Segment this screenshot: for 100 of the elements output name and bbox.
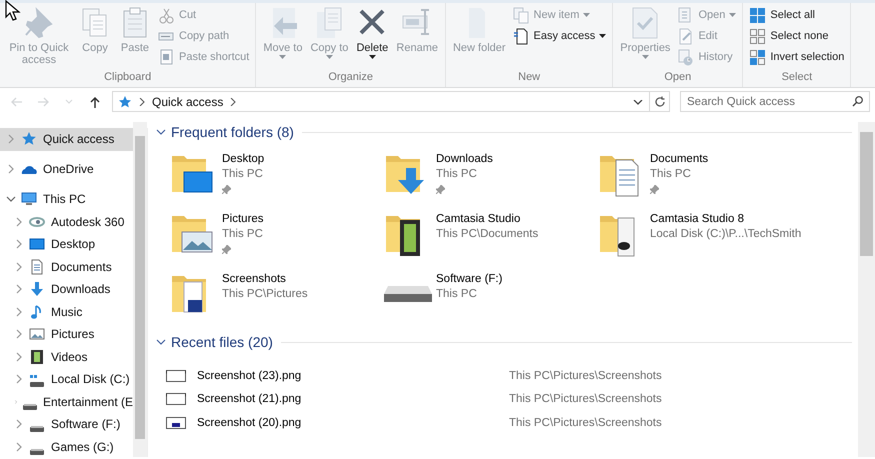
folder-location: This PC\Documents: [436, 227, 538, 242]
new-item-icon: [512, 6, 530, 24]
navigation-item[interactable]: Autodesk 360: [0, 210, 133, 233]
film-icon: [29, 348, 45, 365]
document-button[interactable]: Easy access: [512, 27, 606, 45]
folder-location: This PC: [436, 167, 477, 182]
chevron-right-icon: [14, 329, 24, 340]
folder-name[interactable]: Camtasia Studio: [436, 212, 520, 227]
image-file-icon: [166, 414, 186, 431]
chevron-right-icon: [230, 98, 236, 106]
navigation-item[interactable]: Games (G:): [0, 436, 133, 457]
picture-icon: [29, 326, 45, 342]
navigation-item[interactable]: Downloads: [0, 278, 133, 300]
select-all-button[interactable]: Select all: [749, 6, 844, 24]
chevron-right-icon: [14, 216, 24, 227]
section-header[interactable]: Frequent folders (8): [156, 124, 302, 140]
left-arrow-icon: [10, 96, 24, 108]
file-location: This PC\Pictures\Screenshots: [509, 416, 662, 429]
chevron-down-icon: [156, 337, 166, 347]
chevron-right-icon: [14, 352, 24, 362]
file-name[interactable]: Screenshot (20).png: [197, 416, 509, 429]
folder-name[interactable]: Camtasia Studio 8: [650, 212, 744, 227]
disk-drive-icon: [30, 448, 44, 455]
navigation-item[interactable]: Local Disk (C:): [0, 368, 133, 390]
folder-name[interactable]: Software (F:): [436, 272, 502, 287]
group-label: Clipboard: [103, 71, 152, 85]
search-icon: [852, 96, 863, 107]
chevron-right-icon: [14, 419, 24, 430]
navigation-item[interactable]: Videos: [0, 346, 133, 368]
file-location: This PC\Pictures\Screenshots: [509, 370, 662, 382]
navigation-item[interactable]: Pictures: [0, 323, 133, 346]
group-label: Organize: [327, 71, 374, 85]
chevron-right-icon: [14, 442, 24, 452]
select-none-button[interactable]: Select none: [749, 27, 844, 45]
breadcrumb-item[interactable]: Quick access: [152, 94, 224, 108]
pin-icon: [23, 6, 55, 40]
select-none-icon: [749, 28, 766, 44]
chevron-right-icon: [6, 164, 16, 174]
group-label: New: [517, 71, 542, 85]
refresh-icon: [654, 96, 666, 108]
group-label: Select: [780, 71, 814, 85]
down-arrow-icon: [29, 281, 45, 298]
refresh-button[interactable]: [650, 91, 670, 112]
address-field[interactable]: Quick access: [112, 91, 650, 112]
history-icon: [677, 48, 694, 66]
file-name[interactable]: Screenshot (23).png: [197, 370, 509, 382]
disk-drive-icon: [22, 404, 37, 410]
image-file-icon: [166, 391, 186, 408]
navigation-item[interactable]: Desktop: [0, 233, 133, 256]
right-arrow-icon: [36, 96, 50, 108]
select-all-icon: [749, 6, 766, 24]
folder-location: This PC: [436, 287, 477, 302]
star-icon: [21, 131, 37, 148]
chevron-right-icon: [14, 262, 24, 272]
chevron-right-icon: [14, 239, 24, 250]
star-icon: [118, 94, 132, 108]
disk-drive-icon: [30, 426, 44, 432]
invert-selection-button[interactable]: Invert selection: [749, 48, 844, 66]
edit-icon: [677, 28, 694, 44]
folder-name[interactable]: Desktop: [222, 152, 264, 167]
folder-location: This PC: [222, 227, 263, 242]
navigation-item[interactable]: Documents: [0, 256, 133, 278]
navigation-item[interactable]: This PC: [0, 188, 133, 210]
folder-name[interactable]: Screenshots: [222, 272, 286, 287]
group-label: Open: [663, 71, 692, 85]
chevron-right-icon: [14, 284, 24, 294]
navigation-item[interactable]: OneDrive: [0, 158, 133, 180]
section-header[interactable]: Recent files (20): [156, 334, 281, 350]
folder-location: This PC\Pictures: [222, 287, 308, 302]
navigation-item[interactable]: Software (F:): [0, 413, 133, 436]
shortcut-icon: [158, 48, 175, 66]
navigation-item[interactable]: Music: [0, 300, 133, 323]
chevron-right-icon: [139, 98, 145, 106]
x-button[interactable]: Delete: [353, 6, 392, 71]
disk-drive-icon: [30, 375, 44, 388]
scissors-icon: [158, 6, 175, 24]
chevron-down-icon: [6, 194, 16, 204]
navigation-item[interactable]: Quick access: [0, 128, 133, 150]
folder-location: Local Disk (C:)\P...\TechSmith: [650, 227, 802, 242]
file-location: This PC\Pictures\Screenshots: [509, 393, 662, 406]
up-arrow-icon: [89, 96, 101, 108]
chevron-down-icon: [156, 127, 166, 137]
navigation-item[interactable]: Entertainment (E: [0, 390, 133, 413]
chevron-right-icon: [14, 374, 24, 384]
search-field[interactable]: Search Quick access: [680, 91, 870, 112]
scrollbar[interactable]: [133, 122, 147, 457]
folder-name[interactable]: Pictures: [222, 212, 264, 227]
folder-location: This PC: [650, 167, 691, 182]
chevron-right-icon: [6, 134, 16, 144]
monitor-icon: [21, 191, 37, 208]
monitor-icon: [29, 236, 45, 252]
file-name[interactable]: Screenshot (21).png: [197, 393, 509, 406]
folder-name[interactable]: Documents: [650, 152, 708, 167]
folder-location: This PC: [222, 167, 263, 182]
image-file-icon: [166, 368, 186, 384]
document-icon: [29, 258, 45, 275]
folder-name[interactable]: Downloads: [436, 152, 493, 167]
scrollbar[interactable]: [858, 122, 875, 457]
chevron-down-icon: [633, 100, 643, 106]
disk-drive-icon: [384, 286, 432, 302]
